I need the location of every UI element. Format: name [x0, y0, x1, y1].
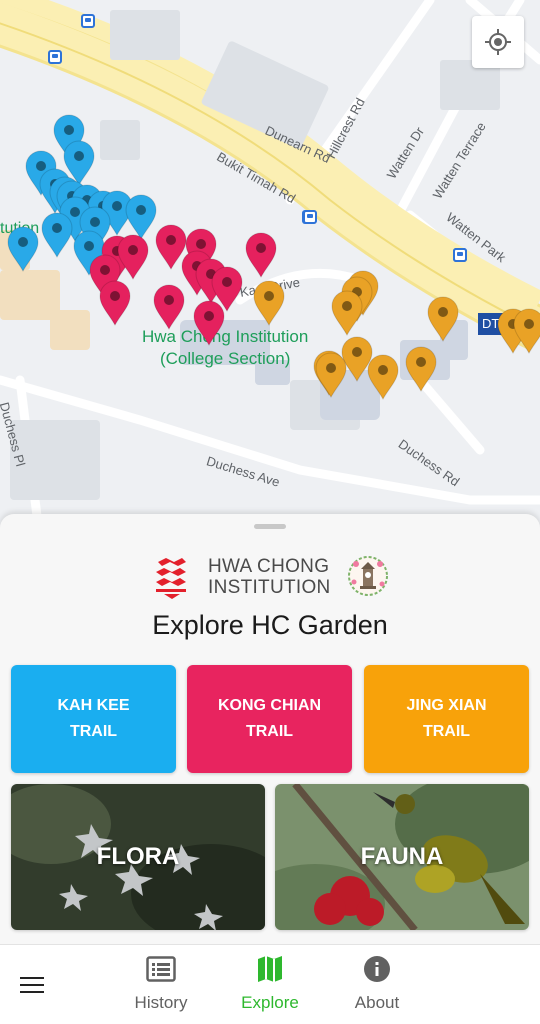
brand-line2: INSTITUTION [208, 577, 331, 598]
nav-explore[interactable]: Explore [220, 953, 320, 1019]
fauna-label: FAUNA [360, 843, 444, 870]
trail-label-line1: KAH KEE [57, 697, 130, 714]
trail-label-line2: TRAIL [422, 723, 471, 740]
bottom-navigation: History Explore About [0, 944, 540, 1024]
trail-label-line1: KONG CHIAN [217, 697, 322, 714]
sheet-drag-handle[interactable] [254, 524, 286, 529]
hamburger-icon [20, 977, 44, 979]
my-location-icon [485, 29, 511, 55]
jing-xian-marker-icon[interactable] [512, 308, 540, 354]
nav-history-label: History [134, 993, 188, 1012]
map-icon [258, 956, 282, 982]
kong-chian-marker-icon[interactable] [192, 300, 226, 346]
hamburger-icon-bar [20, 984, 44, 986]
fauna-card[interactable]: FAUNA [275, 784, 529, 930]
nav-explore-label: Explore [241, 993, 299, 1012]
map-view[interactable]: Dunearn Rd Bukit Timah Rd Hillcrest Rd W… [0, 0, 540, 540]
info-icon [364, 956, 390, 982]
garden-crest-icon [348, 556, 388, 596]
jing-xian-trail-button[interactable]: JING XIAN TRAIL [364, 665, 529, 773]
brand-header: HWA CHONG INSTITUTION [0, 552, 540, 604]
my-location-button[interactable] [472, 16, 524, 68]
nav-history[interactable]: History [111, 953, 211, 1019]
campus-label-line2: (College Section) [159, 349, 291, 368]
trail-label-line1: JING XIAN [406, 697, 487, 714]
bus-stop-icon[interactable] [81, 14, 95, 28]
jing-xian-marker-icon[interactable] [404, 346, 438, 392]
jing-xian-marker-icon[interactable] [252, 280, 286, 326]
kong-chian-marker-icon[interactable] [244, 232, 278, 278]
bottom-sheet[interactable]: HWA CHONG INSTITUTION Explore HC Garden … [0, 514, 540, 944]
flora-label: FLORA [96, 843, 180, 870]
bus-stop-icon[interactable] [303, 210, 317, 224]
kong-chian-marker-icon[interactable] [152, 284, 186, 330]
kah-kee-marker-icon[interactable] [6, 226, 40, 272]
hci-logo-icon [156, 558, 186, 599]
kong-chian-marker-icon[interactable] [98, 280, 132, 326]
trail-label-line2: TRAIL [245, 723, 294, 740]
nav-about-label: About [354, 993, 400, 1012]
kah-kee-marker-icon[interactable] [40, 212, 74, 258]
flora-card[interactable]: FLORA [11, 784, 265, 930]
jing-xian-marker-icon[interactable] [366, 354, 400, 400]
hamburger-menu-button[interactable] [16, 971, 50, 999]
jing-xian-marker-icon[interactable] [426, 296, 460, 342]
app-screen: Dunearn Rd Bukit Timah Rd Hillcrest Rd W… [0, 0, 540, 1024]
kong-chian-trail-button[interactable]: KONG CHIAN TRAIL [187, 665, 352, 773]
brand-name: HWA CHONG INSTITUTION [208, 556, 331, 598]
brand-line1: HWA CHONG [208, 556, 330, 577]
trail-label-line2: TRAIL [69, 723, 118, 740]
bus-stop-icon[interactable] [453, 248, 467, 262]
list-icon [146, 956, 176, 982]
jing-xian-marker-icon[interactable] [330, 290, 364, 336]
nav-about[interactable]: About [327, 953, 427, 1019]
kah-kee-trail-button[interactable]: KAH KEE TRAIL [11, 665, 176, 773]
page-title: Explore HC Garden [152, 610, 388, 640]
bus-stop-icon[interactable] [48, 50, 62, 64]
jing-xian-marker-icon[interactable] [314, 352, 348, 398]
hamburger-icon-bar [20, 991, 44, 993]
